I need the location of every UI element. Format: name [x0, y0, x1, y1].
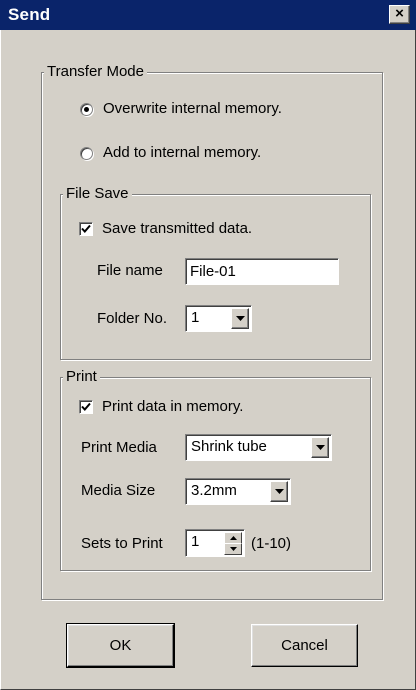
checkmark-icon [81, 402, 91, 411]
save-transmitted-checkbox[interactable] [79, 222, 93, 236]
add-radio-label[interactable]: Add to internal memory. [103, 144, 261, 162]
sets-range-hint: (1-10) [251, 535, 292, 552]
spin-down-button[interactable] [224, 543, 242, 555]
media-size-value: 3.2mm [191, 482, 237, 499]
close-icon[interactable]: × [395, 5, 404, 22]
media-size-label: Media Size [81, 482, 156, 499]
radio-dot-icon [84, 107, 89, 112]
file-save-legend: File Save [63, 185, 132, 203]
checkmark-icon [81, 224, 91, 233]
dropdown-arrow-icon [316, 445, 325, 450]
overwrite-radio[interactable] [80, 103, 93, 116]
save-transmitted-label[interactable]: Save transmitted data. [102, 220, 252, 238]
dropdown-arrow-icon [275, 489, 284, 494]
sets-to-print-label: Sets to Print [81, 535, 163, 552]
add-radio[interactable] [80, 147, 93, 160]
spin-down-icon [230, 547, 237, 551]
folder-no-value: 1 [191, 309, 200, 326]
overwrite-radio-label[interactable]: Overwrite internal memory. [103, 100, 282, 118]
folder-no-select[interactable]: 1 [185, 305, 252, 332]
print-media-value: Shrink tube [191, 438, 267, 455]
sets-to-print-spinner[interactable]: 1 [185, 529, 245, 557]
sets-to-print-value: 1 [191, 533, 200, 550]
spin-up-icon [230, 536, 237, 540]
close-button[interactable]: × [389, 5, 410, 24]
ok-button[interactable]: OK [66, 623, 175, 668]
print-data-label[interactable]: Print data in memory. [102, 398, 243, 416]
cancel-button[interactable]: Cancel [251, 624, 358, 667]
media-size-dropdown-button[interactable] [270, 481, 288, 502]
folder-no-label: Folder No. [97, 310, 168, 327]
print-data-checkbox[interactable] [79, 400, 93, 414]
print-media-dropdown-button[interactable] [311, 437, 329, 458]
file-name-label: File name [97, 262, 163, 279]
print-legend: Print [63, 368, 100, 386]
dropdown-arrow-icon [236, 316, 245, 321]
window-title: Send [8, 5, 51, 24]
transfer-mode-legend: Transfer Mode [44, 63, 147, 81]
folder-no-dropdown-button[interactable] [231, 308, 249, 329]
print-media-label: Print Media [81, 439, 157, 456]
print-media-select[interactable]: Shrink tube [185, 434, 332, 461]
title-bar[interactable]: Send × [0, 0, 416, 30]
media-size-select[interactable]: 3.2mm [185, 478, 291, 505]
file-name-input[interactable] [185, 258, 339, 285]
